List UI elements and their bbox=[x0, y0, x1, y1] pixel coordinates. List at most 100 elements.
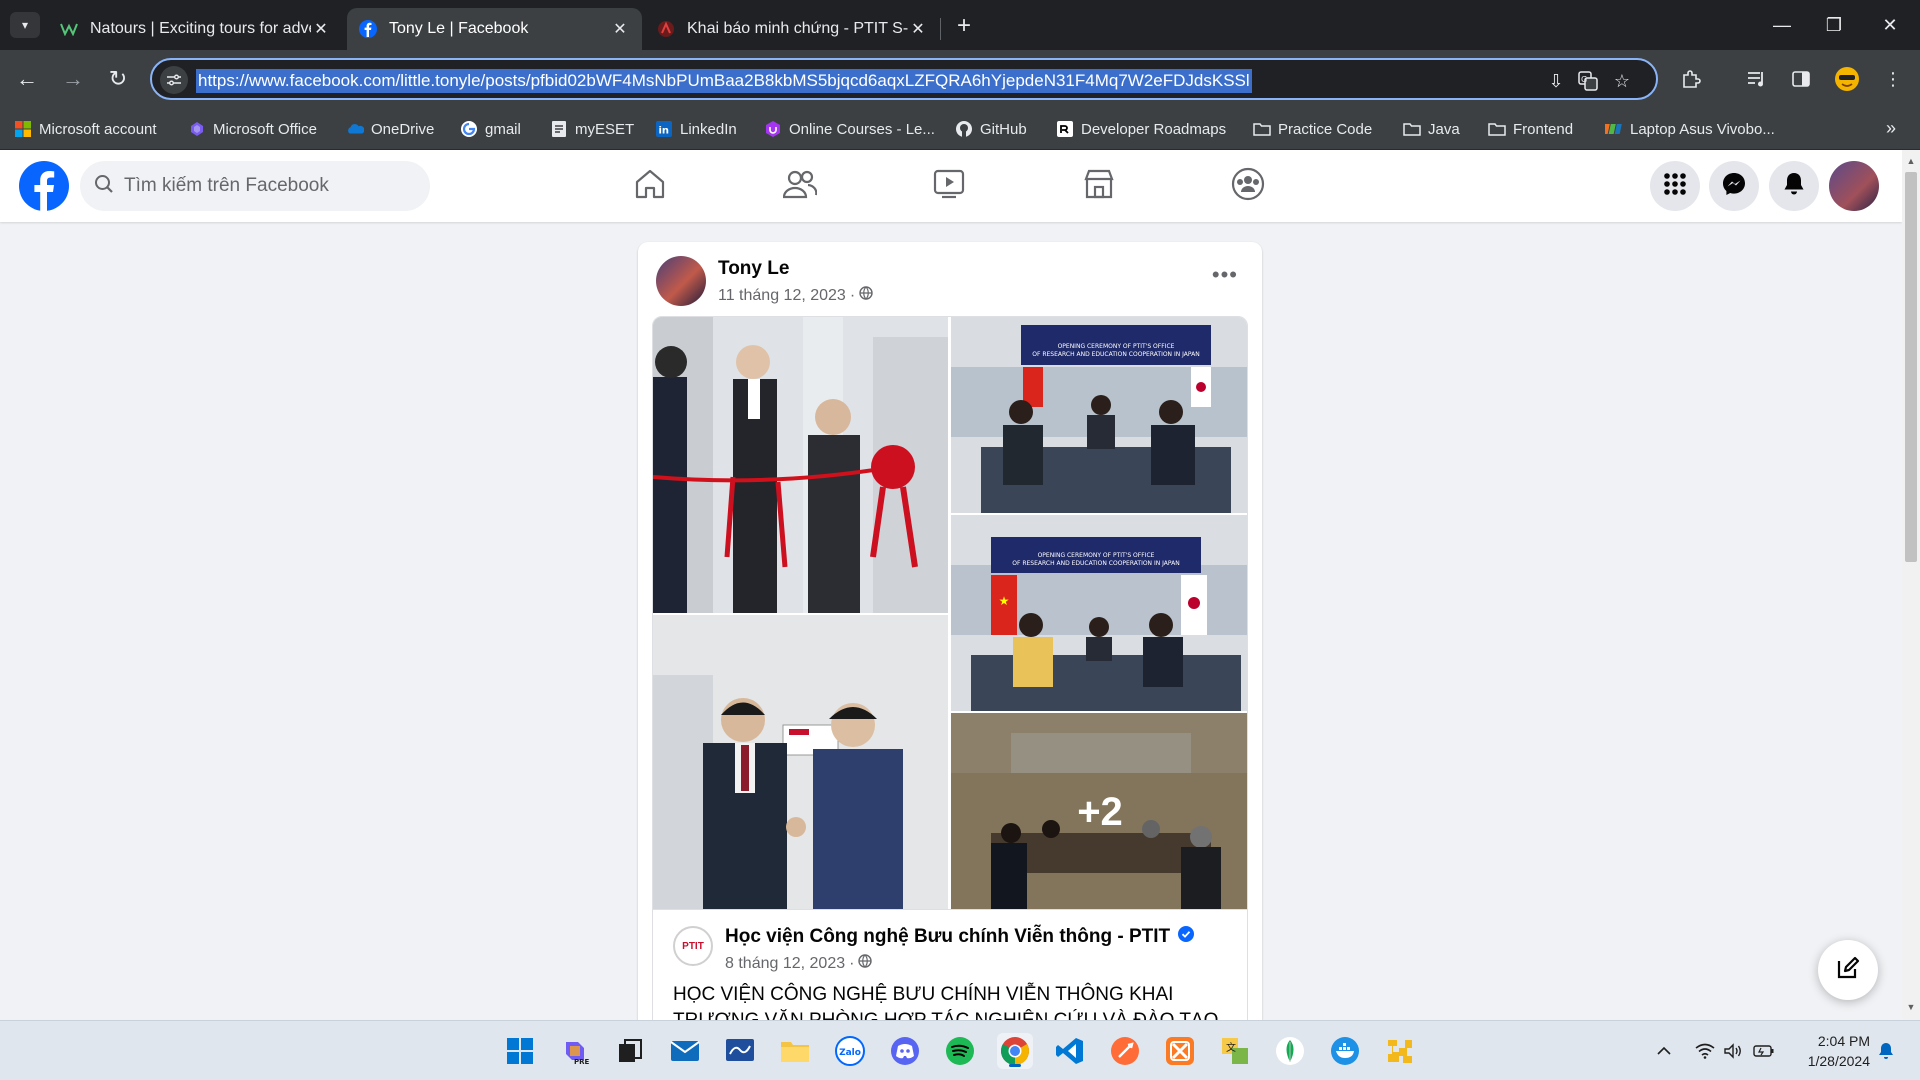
bookmark-gmail[interactable]: gmail bbox=[460, 116, 521, 142]
author-avatar[interactable] bbox=[656, 256, 706, 306]
more-options-icon[interactable]: ••• bbox=[1212, 262, 1238, 288]
new-tab-button[interactable]: + bbox=[950, 12, 978, 40]
site-info-icon[interactable] bbox=[160, 66, 188, 94]
chrome-menu-icon[interactable]: ⋮ bbox=[1878, 64, 1908, 94]
nav-video[interactable] bbox=[909, 160, 989, 212]
photo-meeting-banner-2[interactable]: OPENING CEREMONY OF PTIT'S OFFICE OF RES… bbox=[951, 515, 1247, 711]
restore-button[interactable]: ❐ bbox=[1814, 10, 1854, 40]
bookmark-java[interactable]: Java bbox=[1403, 116, 1460, 142]
vscode-icon[interactable] bbox=[1052, 1033, 1088, 1069]
tab-natours[interactable]: Natours | Exciting tours for adventurous… bbox=[48, 8, 343, 50]
tab-ptit[interactable]: Khai báo minh chứng - PTIT S-Link ✕ bbox=[645, 8, 940, 50]
friends-icon bbox=[782, 169, 818, 204]
photo-handshake[interactable] bbox=[653, 615, 948, 909]
nav-friends[interactable] bbox=[760, 160, 840, 212]
ptit-page-logo[interactable]: PTIT bbox=[673, 926, 713, 966]
photo-more-overlay[interactable]: +2 bbox=[951, 713, 1247, 909]
bookmark-label: LinkedIn bbox=[680, 120, 737, 138]
tab-facebook[interactable]: Tony Le | Facebook ✕ bbox=[347, 8, 642, 50]
clock-time: 2:04 PM bbox=[1817, 1033, 1870, 1049]
bookmark-laptop-asus[interactable]: Laptop Asus Vivobo... bbox=[1605, 116, 1775, 142]
nav-marketplace[interactable] bbox=[1059, 160, 1139, 212]
post-author-name[interactable]: Tony Le bbox=[718, 258, 789, 280]
mongodb-icon[interactable] bbox=[1272, 1033, 1308, 1069]
globe-icon bbox=[859, 286, 873, 305]
new-message-button[interactable] bbox=[1818, 940, 1878, 1000]
spotify-icon[interactable] bbox=[942, 1033, 978, 1069]
close-icon[interactable]: ✕ bbox=[610, 19, 630, 39]
discord-icon[interactable] bbox=[887, 1033, 923, 1069]
minimize-button[interactable]: — bbox=[1762, 10, 1802, 40]
address-bar[interactable]: https://www.facebook.com/little.tonyle/p… bbox=[150, 58, 1658, 100]
back-button[interactable]: ← bbox=[12, 64, 42, 94]
fpt-icon bbox=[1605, 120, 1623, 138]
wifi-icon[interactable] bbox=[1693, 1039, 1717, 1063]
messenger-button[interactable] bbox=[1709, 161, 1759, 211]
bookmark-practice-code[interactable]: Practice Code bbox=[1253, 116, 1372, 142]
media-controls-icon[interactable] bbox=[1742, 64, 1772, 94]
nav-home[interactable] bbox=[610, 160, 690, 212]
file-explorer-icon[interactable] bbox=[777, 1033, 813, 1069]
mail-icon[interactable] bbox=[667, 1033, 703, 1069]
bookmark-microsoft-office[interactable]: Microsoft Office bbox=[188, 116, 317, 142]
bookmarks-overflow-icon[interactable]: » bbox=[1886, 118, 1896, 139]
bookmark-onedrive[interactable]: OneDrive bbox=[346, 116, 434, 142]
account-avatar[interactable] bbox=[1829, 161, 1879, 211]
battery-icon[interactable] bbox=[1752, 1039, 1776, 1063]
close-icon[interactable]: ✕ bbox=[908, 19, 928, 39]
close-icon[interactable]: ✕ bbox=[311, 19, 331, 39]
install-app-icon[interactable]: ⇩ bbox=[1544, 69, 1568, 93]
task-view-icon[interactable] bbox=[612, 1033, 648, 1069]
shared-page-title[interactable]: Học viện Công nghệ Bưu chính Viễn thông … bbox=[725, 926, 1170, 948]
start-icon[interactable] bbox=[502, 1033, 538, 1069]
facebook-search-box[interactable] bbox=[80, 161, 430, 211]
bookmark-linkedin[interactable]: in LinkedIn bbox=[655, 116, 737, 142]
bookmark-online-courses[interactable]: Online Courses - Le... bbox=[764, 116, 935, 142]
notifications-button[interactable] bbox=[1769, 161, 1819, 211]
svg-text:G: G bbox=[1581, 75, 1587, 84]
notification-bell-icon[interactable] bbox=[1874, 1039, 1898, 1063]
search-input[interactable] bbox=[124, 175, 404, 197]
menu-button[interactable] bbox=[1650, 161, 1700, 211]
bookmark-developer-roadmaps[interactable]: Developer Roadmaps bbox=[1056, 116, 1226, 142]
bookmark-github[interactable]: GitHub bbox=[955, 116, 1027, 142]
post-date[interactable]: 11 tháng 12, 2023 bbox=[718, 287, 846, 305]
forward-button[interactable]: → bbox=[58, 64, 88, 94]
tray-overflow-icon[interactable] bbox=[1652, 1039, 1676, 1063]
bookmark-star-icon[interactable]: ☆ bbox=[1610, 69, 1634, 93]
whiteboard-icon[interactable] bbox=[722, 1033, 758, 1069]
xampp-icon[interactable] bbox=[1162, 1033, 1198, 1069]
chrome-icon[interactable] bbox=[997, 1033, 1033, 1069]
messenger-icon bbox=[1722, 172, 1746, 201]
scroll-thumb[interactable] bbox=[1905, 172, 1917, 562]
translate-icon[interactable]: G bbox=[1576, 69, 1600, 93]
reload-button[interactable]: ↻ bbox=[103, 64, 133, 94]
copilot-icon[interactable]: PRE bbox=[557, 1033, 593, 1069]
scroll-up-icon[interactable]: ▲ bbox=[1906, 156, 1916, 166]
active-indicator bbox=[1009, 1064, 1021, 1067]
zalo-icon[interactable]: Zalo bbox=[832, 1033, 868, 1069]
page-scrollbar[interactable]: ▲ ▼ bbox=[1902, 150, 1920, 1020]
bookmark-microsoft-account[interactable]: Microsoft account bbox=[14, 116, 157, 142]
postman-icon[interactable] bbox=[1107, 1033, 1143, 1069]
extensions-icon[interactable] bbox=[1676, 64, 1706, 94]
system-clock[interactable]: 2:04 PM 1/28/2024 bbox=[1790, 1031, 1870, 1071]
side-panel-icon[interactable] bbox=[1786, 64, 1816, 94]
shared-post-date[interactable]: 8 tháng 12, 2023 bbox=[725, 955, 845, 973]
scroll-down-icon[interactable]: ▼ bbox=[1906, 1002, 1916, 1012]
photo-meeting-banner-1[interactable]: OPENING CEREMONY OF PTIT'S OFFICE OF RES… bbox=[951, 317, 1247, 513]
structure-app-icon[interactable] bbox=[1382, 1033, 1418, 1069]
docker-icon[interactable] bbox=[1327, 1033, 1363, 1069]
profile-avatar[interactable] bbox=[1832, 64, 1862, 94]
url-text[interactable]: https://www.facebook.com/little.tonyle/p… bbox=[196, 69, 1252, 93]
shared-page-name[interactable]: Học viện Công nghệ Bưu chính Viễn thông … bbox=[725, 926, 1195, 948]
tab-search-button[interactable]: ▾ bbox=[10, 12, 40, 38]
facebook-logo[interactable] bbox=[18, 160, 70, 212]
bookmark-myeset[interactable]: myESET bbox=[550, 116, 634, 142]
nav-groups[interactable] bbox=[1208, 160, 1288, 212]
bookmark-frontend[interactable]: Frontend bbox=[1488, 116, 1573, 142]
photo-ribbon-cutting[interactable] bbox=[653, 317, 948, 613]
volume-icon[interactable] bbox=[1721, 1039, 1745, 1063]
window-close-button[interactable]: ✕ bbox=[1870, 10, 1910, 40]
translator-icon[interactable]: 文 bbox=[1217, 1033, 1253, 1069]
